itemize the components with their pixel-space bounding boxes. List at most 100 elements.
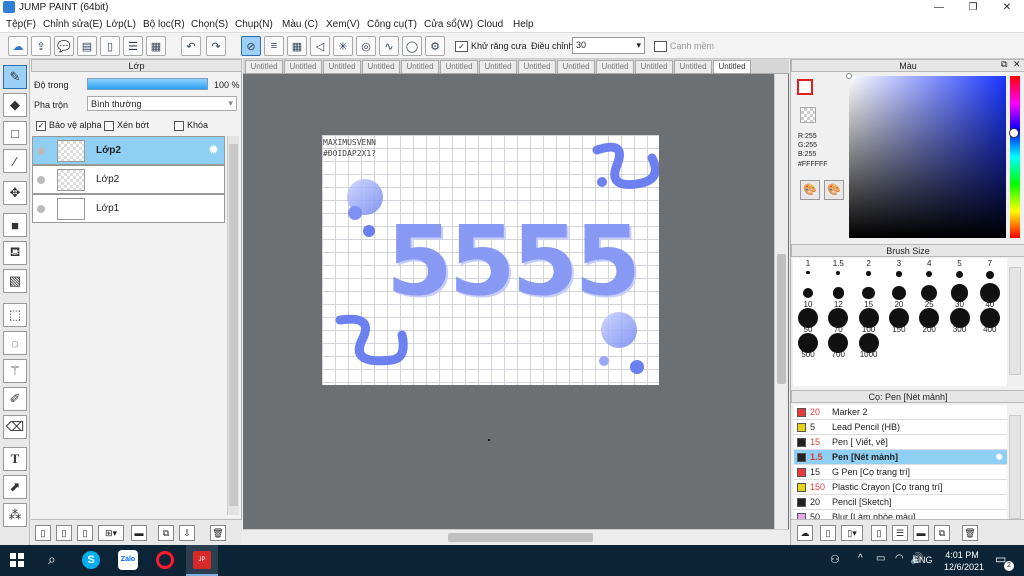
trash-icon[interactable]: 🗑 [210,525,226,541]
menu-select[interactable]: Chọn(S) [191,19,228,30]
brush-size-cell[interactable]: 25 [914,283,944,309]
menu-cloud[interactable]: Cloud [477,19,503,30]
lock-checkbox[interactable]: Khóa [174,120,208,131]
brush-row[interactable]: 5 Lead Pencil (HB) [794,420,1007,435]
tab-document-active[interactable]: Untitled [713,60,751,74]
tab-document[interactable]: Untitled [674,60,712,74]
gradient-tool-icon[interactable]: ▧ [3,269,27,293]
new-layer-8bit-icon[interactable]: ▯ [56,525,72,541]
antialias-checkbox[interactable]: ✓ Khử răng cưa [455,41,527,53]
select-eraser-icon[interactable]: ⌫ [3,415,27,439]
drawing-canvas[interactable]: MAXIMUSVENN #ĐOIDAP2X1? 5555 [322,135,659,385]
scrollbar-thumb[interactable] [229,144,238,506]
palette-settings-icon[interactable]: 🎨 [824,180,844,200]
brush-size-cell[interactable]: 4 [914,258,944,283]
pen-tool-icon[interactable]: ✎ [3,65,27,89]
float-icon[interactable]: ⧉ [1001,59,1007,70]
brush-size-cell[interactable]: 200 [914,308,944,334]
menu-view[interactable]: Xem(V) [326,19,360,30]
brush-duplicate-icon[interactable]: ⧉ [934,525,950,541]
lasso-select-icon[interactable]: ◌ [3,331,27,355]
vertical-scrollbar[interactable] [774,74,788,529]
cloud-brush-icon[interactable]: ☁ [797,525,813,541]
eyedropper-icon[interactable]: ⁂ [3,503,27,527]
brush-size-cell[interactable]: 1000 [854,333,884,359]
menu-color[interactable]: Màu (C) [282,19,318,30]
brush-size-cell[interactable]: 7 [975,258,1005,283]
menu-filter[interactable]: Bộ lọc(R) [143,19,185,30]
scrollbar-thumb[interactable] [448,533,593,542]
skype-icon[interactable]: S [82,551,100,569]
redo-icon[interactable]: ↷ [206,36,226,56]
folder-icon[interactable]: ▬ [131,525,147,541]
clip-checkbox[interactable]: Xén bớt [104,120,149,131]
brush-size-cell[interactable]: 40 [975,283,1005,309]
search-icon[interactable]: ⌕ [48,551,56,568]
page-icon[interactable]: ▯ [100,36,120,56]
visibility-icon[interactable] [37,205,45,213]
scrollbar-thumb[interactable] [777,254,786,384]
brush-row[interactable]: 50 Blur [Làm nhòe màu] [794,510,1007,519]
vanish-snap-icon[interactable]: ◁ [310,36,330,56]
brush-size-cell[interactable]: 20 [884,283,914,309]
brush-row[interactable]: 15 G Pen [Cọ trang trí] [794,465,1007,480]
network-icon[interactable]: ▭ [876,553,885,564]
clock[interactable]: 4:01 PM 12/6/2021 [944,550,984,572]
menu-window[interactable]: Cửa sổ(W) [424,19,473,30]
no-snap-icon[interactable]: ⊘ [241,36,261,56]
layer-row[interactable]: Lớp2 ✹ [32,136,225,165]
tab-document[interactable]: Untitled [362,60,400,74]
text-tool-icon[interactable]: T [3,447,27,471]
brush-size-cell[interactable]: 150 [884,308,914,334]
new-layer-icon[interactable]: ▯ [35,525,51,541]
brush-size-cell[interactable]: 15 [854,283,884,309]
layer-scrollbar[interactable] [227,136,239,515]
layer-row[interactable]: Lớp2 [32,165,225,194]
brush-size-cell[interactable]: 12 [823,283,853,309]
brush-size-cell[interactable]: 10 [793,283,823,309]
curve-snap-icon[interactable]: ∿ [379,36,399,56]
parallel-snap-icon[interactable]: ≡ [264,36,284,56]
share-icon[interactable]: ⇪ [31,36,51,56]
brush-row[interactable]: 20 Marker 2 [794,405,1007,420]
brush-size-cell[interactable]: 100 [854,308,884,334]
layer-settings-icon[interactable]: ✹ [208,142,219,158]
tab-document[interactable]: Untitled [284,60,322,74]
brush-menu-icon[interactable]: ▯▾ [841,525,863,541]
menu-edit[interactable]: Chỉnh sửa(E) [43,19,103,30]
wifi-icon[interactable]: ◠ [895,553,904,564]
opera-icon[interactable] [156,551,174,569]
brush-size-cell[interactable]: 5 [945,258,975,283]
tab-document[interactable]: Untitled [518,60,556,74]
brush-row[interactable]: 20 Pencil [Sketch] [794,495,1007,510]
panel-close-icon[interactable]: ✕ [1013,59,1021,70]
menu-tools[interactable]: Công cụ(T) [367,19,417,30]
brush-size-cell[interactable]: 30 [945,283,975,309]
shape-tool-icon[interactable]: □ [3,121,27,145]
bucket-tool-icon[interactable]: ⛾ [3,241,27,265]
grid-list-icon[interactable]: ▦ [146,36,166,56]
transparent-swatch[interactable] [800,107,816,123]
tab-document[interactable]: Untitled [245,60,283,74]
menu-help[interactable]: Help [513,19,534,30]
tab-document[interactable]: Untitled [401,60,439,74]
brush-size-cell[interactable]: 50 [793,308,823,334]
add-layer-menu-icon[interactable]: ⊞▾ [98,525,124,541]
tab-document[interactable]: Untitled [479,60,517,74]
tab-document[interactable]: Untitled [635,60,673,74]
menu-layer[interactable]: Lớp(L) [106,19,136,30]
minimize-button[interactable]: — [922,0,956,16]
blend-select[interactable]: Bình thường ▾ [87,96,237,111]
tab-document[interactable]: Untitled [440,60,478,74]
visibility-icon[interactable] [37,147,45,155]
snap-settings-icon[interactable]: ⚙ [425,36,445,56]
ellipse-snap-icon[interactable]: ◯ [402,36,422,56]
magic-wand-icon[interactable]: ⚚ [3,359,27,383]
operation-tool-icon[interactable]: ⬈ [3,475,27,499]
brush-size-cell[interactable]: 700 [823,333,853,359]
speech-icon[interactable]: 💬 [54,36,74,56]
brush-settings-icon[interactable]: ✹ [995,450,1003,464]
rect-select-icon[interactable]: ⬚ [3,303,27,327]
fill-rect-tool-icon[interactable]: ■ [3,213,27,237]
duplicate-layer-icon[interactable]: ⧉ [158,525,174,541]
